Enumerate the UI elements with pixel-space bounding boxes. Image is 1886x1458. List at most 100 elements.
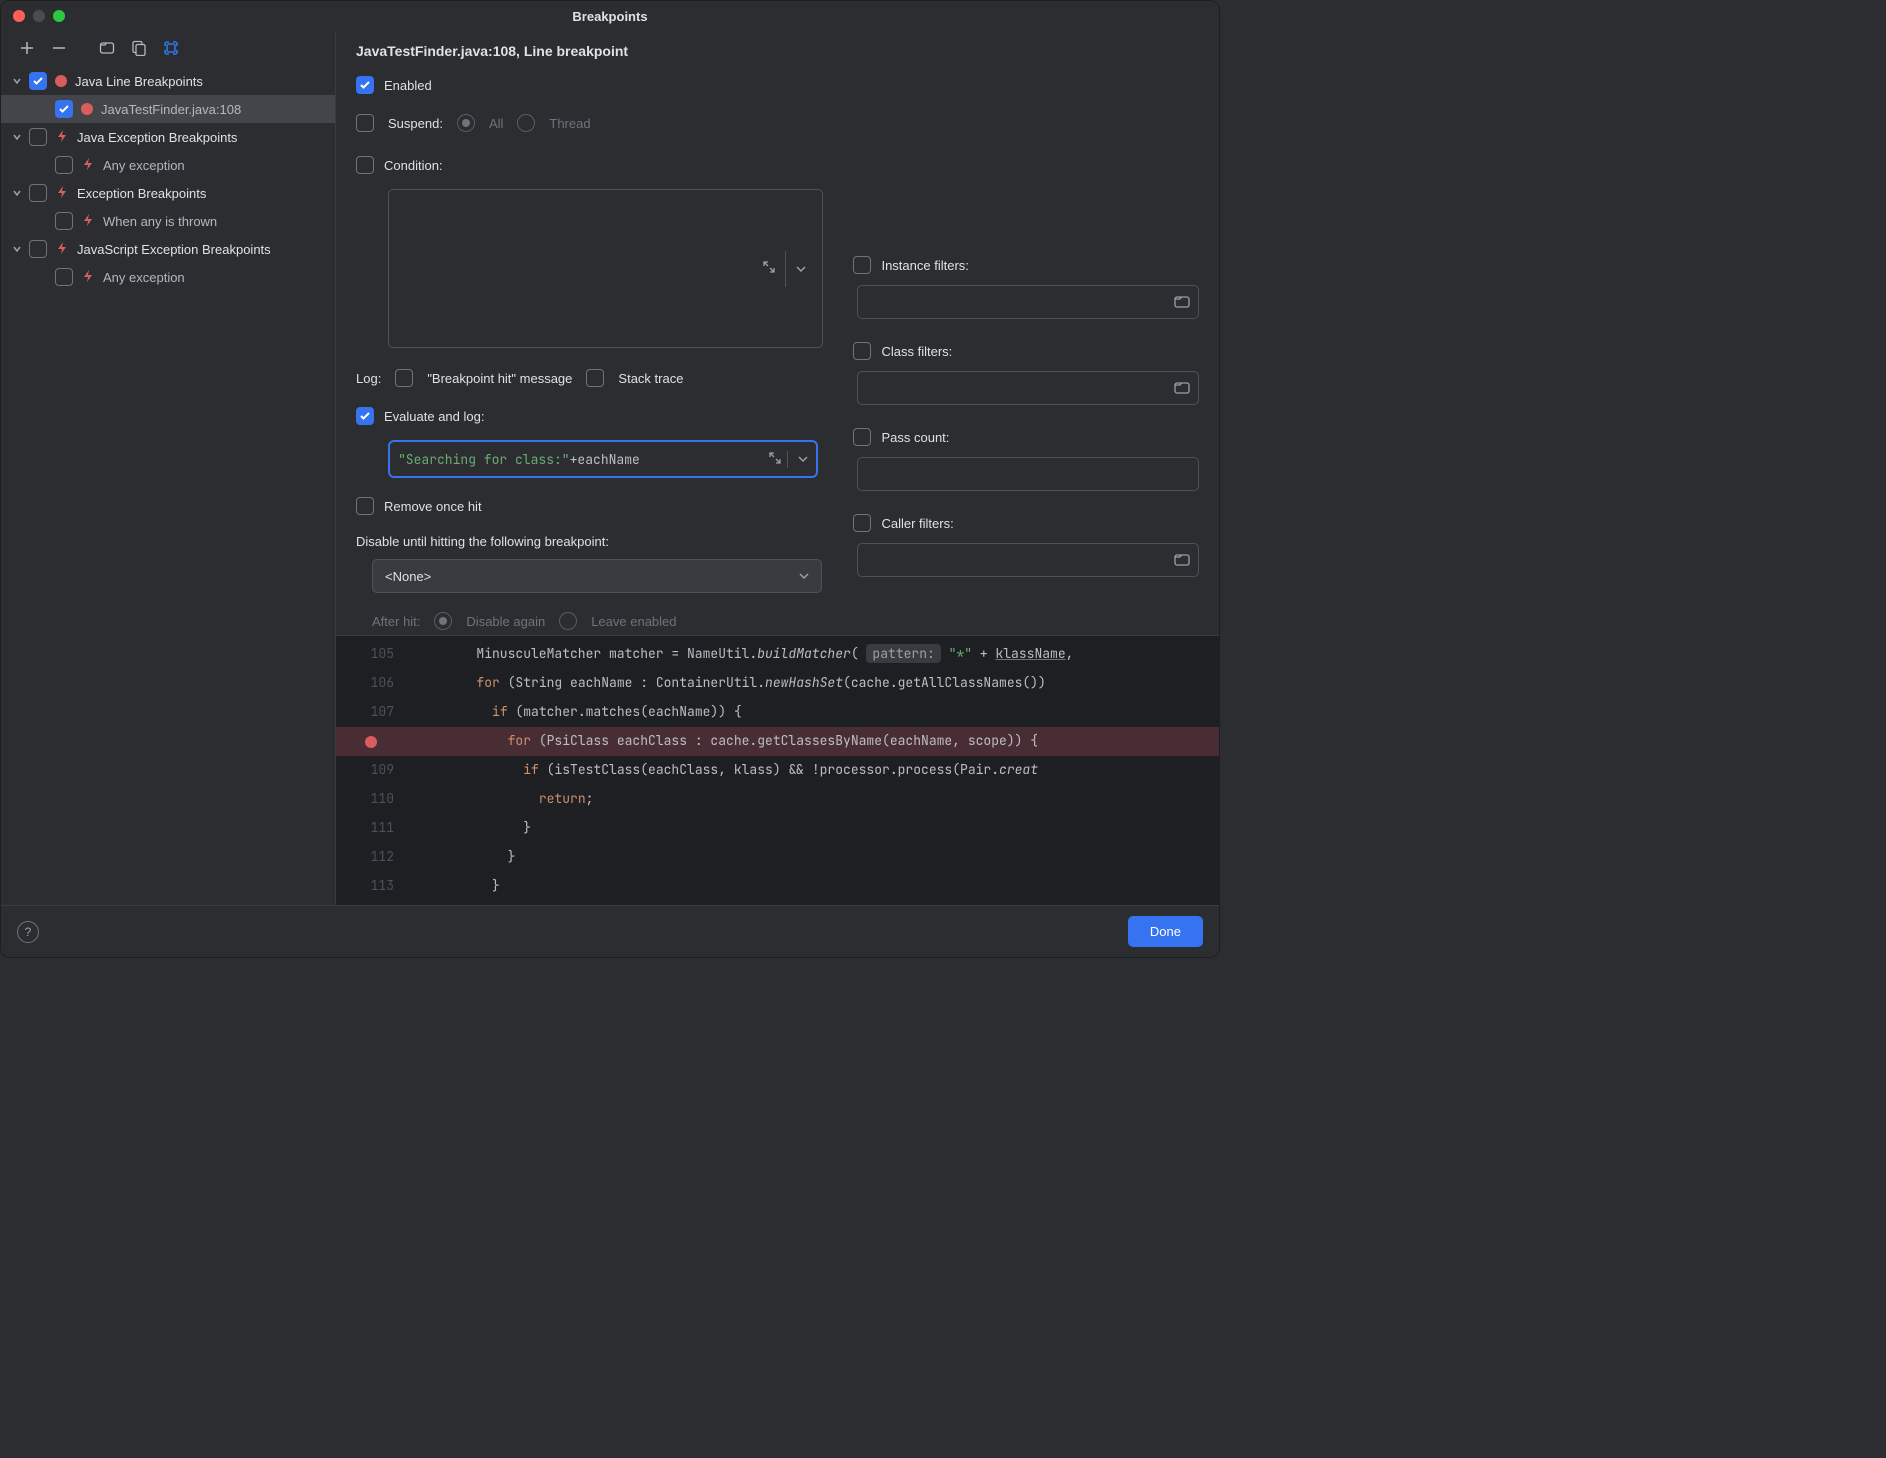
breakpoints-tree[interactable]: Java Line Breakpoints JavaTestFinder.java… — [1, 65, 335, 905]
expand-icon[interactable] — [753, 261, 785, 276]
enabled-label: Enabled — [384, 78, 432, 93]
group-by-file-icon[interactable] — [125, 34, 153, 62]
leave-enabled-radio[interactable] — [559, 612, 577, 630]
title-bar: Breakpoints — [1, 1, 1219, 31]
breakpoint-enable-checkbox[interactable] — [55, 100, 73, 118]
breakpoint-enable-checkbox[interactable] — [29, 184, 47, 202]
instance-filters-input[interactable] — [857, 285, 1199, 319]
pass-count-checkbox[interactable] — [853, 428, 871, 446]
suspend-thread-label: Thread — [549, 116, 590, 131]
tree-item[interactable]: Any exception — [1, 263, 335, 291]
form: Enabled Suspend: All Thread Condition: — [336, 71, 1219, 635]
exception-bolt-icon — [81, 269, 95, 286]
tree-item-label: When any is thrown — [103, 214, 217, 229]
expand-icon[interactable] — [763, 451, 787, 468]
eval-label: Evaluate and log: — [384, 409, 484, 424]
log-hit-checkbox[interactable] — [395, 369, 413, 387]
tree-item[interactable]: Any exception — [1, 151, 335, 179]
disable-again-radio[interactable] — [434, 612, 452, 630]
after-hit-row: After hit: Disable again Leave enabled — [356, 607, 823, 635]
tree-group[interactable]: JavaScript Exception Breakpoints — [1, 235, 335, 263]
code-text: return; — [414, 787, 1219, 812]
after-hit-label: After hit: — [372, 614, 420, 629]
suspend-row: Suspend: All Thread — [356, 109, 823, 137]
preview-icon[interactable] — [157, 34, 185, 62]
breakpoint-gutter-icon[interactable] — [336, 736, 406, 748]
breakpoint-enable-checkbox[interactable] — [55, 212, 73, 230]
chevron-down-icon[interactable] — [9, 244, 25, 254]
suspend-label: Suspend: — [388, 116, 443, 131]
line-number: 105 — [336, 642, 406, 667]
condition-input[interactable] — [388, 189, 823, 348]
tree-item-label: Any exception — [103, 270, 185, 285]
exception-bolt-icon — [55, 129, 69, 146]
code-line: 109 if (isTestClass(eachClass, klass) &&… — [336, 756, 1219, 785]
breakpoint-enable-checkbox[interactable] — [29, 128, 47, 146]
suspend-checkbox[interactable] — [356, 114, 374, 132]
help-icon[interactable]: ? — [17, 921, 39, 943]
breakpoint-enable-checkbox[interactable] — [55, 268, 73, 286]
folder-icon[interactable] — [1174, 552, 1190, 569]
log-stack-label: Stack trace — [618, 371, 683, 386]
detail-panel: JavaTestFinder.java:108, Line breakpoint… — [336, 31, 1219, 905]
breakpoint-enable-checkbox[interactable] — [55, 156, 73, 174]
remove-breakpoint-icon[interactable] — [45, 34, 73, 62]
class-filters-checkbox[interactable] — [853, 342, 871, 360]
disable-until-select[interactable]: <None> — [372, 559, 822, 593]
suspend-all-radio[interactable] — [457, 114, 475, 132]
tree-item[interactable]: JavaTestFinder.java:108 — [1, 95, 335, 123]
eval-checkbox[interactable] — [356, 407, 374, 425]
suspend-all-label: All — [489, 116, 503, 131]
code-line: 105 MinusculeMatcher matcher = NameUtil.… — [336, 640, 1219, 669]
footer: ? Done — [1, 905, 1219, 957]
done-button[interactable]: Done — [1128, 916, 1203, 947]
group-by-package-icon[interactable] — [93, 34, 121, 62]
tree-item[interactable]: When any is thrown — [1, 207, 335, 235]
tree-group[interactable]: Java Exception Breakpoints — [1, 123, 335, 151]
code-line: 112 } — [336, 843, 1219, 872]
code-text: MinusculeMatcher matcher = NameUtil.buil… — [414, 642, 1219, 667]
line-number: 111 — [336, 816, 406, 841]
enabled-checkbox[interactable] — [356, 76, 374, 94]
breakpoint-dot-icon — [81, 103, 93, 115]
class-filters-input[interactable] — [857, 371, 1199, 405]
folder-icon[interactable] — [1174, 380, 1190, 397]
tree-group[interactable]: Exception Breakpoints — [1, 179, 335, 207]
detail-title: JavaTestFinder.java:108, Line breakpoint — [336, 31, 1219, 71]
caller-filters-input[interactable] — [857, 543, 1199, 577]
pass-count-label: Pass count: — [881, 430, 949, 445]
chevron-down-icon[interactable] — [9, 76, 25, 86]
condition-checkbox[interactable] — [356, 156, 374, 174]
tree-item-label: JavaTestFinder.java:108 — [101, 102, 241, 117]
eval-input[interactable]: "Searching for class:" + eachName — [388, 440, 818, 478]
instance-filters-checkbox[interactable] — [853, 256, 871, 274]
tree-group[interactable]: Java Line Breakpoints — [1, 67, 335, 95]
code-line: 111 } — [336, 814, 1219, 843]
pass-count-input[interactable] — [857, 457, 1199, 491]
remove-once-checkbox[interactable] — [356, 497, 374, 515]
exception-bolt-icon — [55, 185, 69, 202]
log-stack-checkbox[interactable] — [586, 369, 604, 387]
line-number: 107 — [336, 700, 406, 725]
folder-icon[interactable] — [1174, 294, 1190, 311]
chevron-down-icon[interactable] — [9, 132, 25, 142]
caller-filters-label: Caller filters: — [881, 516, 953, 531]
suspend-thread-radio[interactable] — [517, 114, 535, 132]
eval-row: Evaluate and log: — [356, 402, 823, 430]
chevron-down-icon[interactable] — [9, 188, 25, 198]
condition-label: Condition: — [384, 158, 443, 173]
breakpoint-enable-checkbox[interactable] — [29, 240, 47, 258]
class-filters-label: Class filters: — [881, 344, 952, 359]
chevron-down-icon[interactable] — [787, 451, 808, 468]
sidebar: Java Line Breakpoints JavaTestFinder.java… — [1, 31, 336, 905]
log-row: Log: "Breakpoint hit" message Stack trac… — [356, 364, 823, 392]
breakpoint-enable-checkbox[interactable] — [29, 72, 47, 90]
disable-until-label: Disable until hitting the following brea… — [356, 534, 823, 549]
code-line: for (PsiClass eachClass : cache.getClass… — [336, 727, 1219, 756]
add-breakpoint-icon[interactable] — [13, 34, 41, 62]
log-label: Log: — [356, 371, 381, 386]
disable-again-label: Disable again — [466, 614, 545, 629]
chevron-down-icon[interactable] — [785, 251, 814, 287]
code-line: 106 for (String eachName : ContainerUtil… — [336, 669, 1219, 698]
caller-filters-checkbox[interactable] — [853, 514, 871, 532]
